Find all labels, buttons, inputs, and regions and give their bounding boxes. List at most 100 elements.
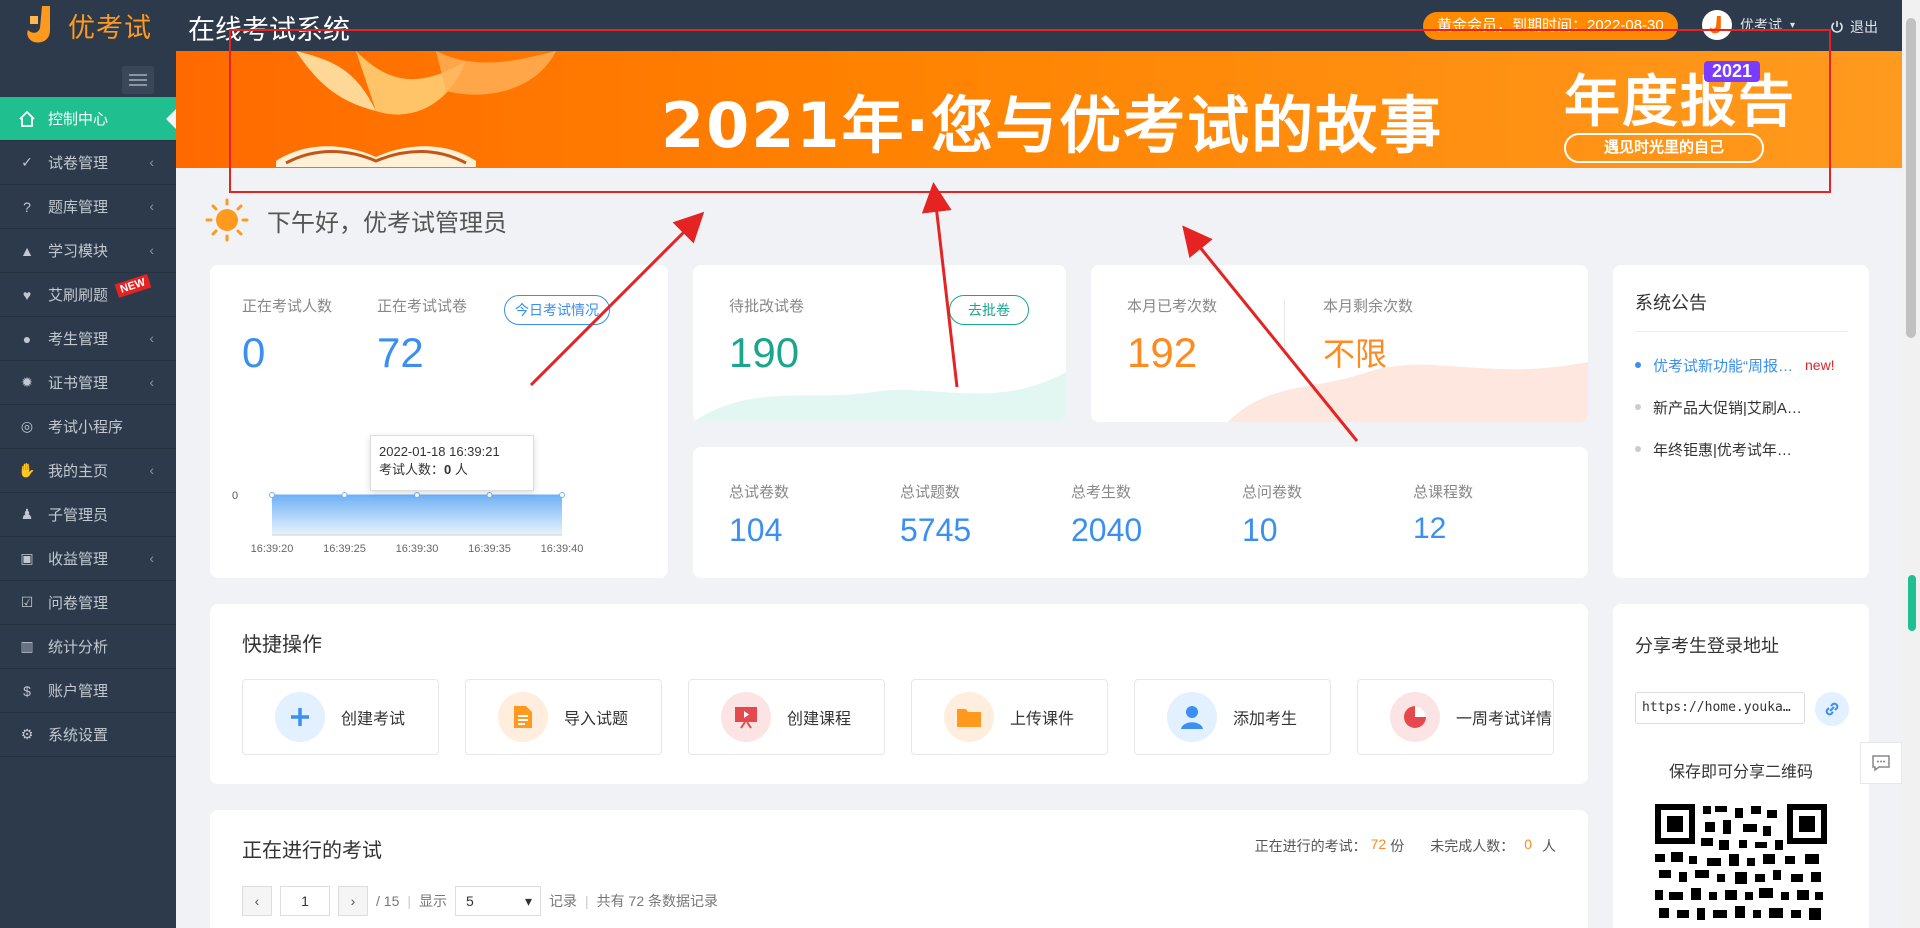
side-tab[interactable]	[1908, 575, 1916, 631]
x-tick-label: 16:39:20	[251, 543, 294, 555]
sidebar-item-statistics[interactable]: ▥ 统计分析	[0, 625, 176, 669]
presentation-icon	[721, 692, 771, 742]
pending-label: 待批改试卷	[729, 298, 805, 315]
sidebar-item-candidates[interactable]: ● 考生管理 ‹	[0, 317, 176, 361]
hand-icon: ✋	[18, 462, 36, 478]
total-records: 共有 72 条数据记录	[596, 893, 718, 909]
scroll-thumb[interactable]	[1906, 18, 1916, 338]
share-title: 分享考生登录地址	[1635, 636, 1779, 656]
tooltip-line: 考试人数：0 人	[379, 459, 525, 478]
qr-caption: 保存即可分享二维码	[1668, 764, 1813, 781]
tooltip-label: 考试人数：	[379, 462, 445, 477]
folder-icon	[944, 692, 994, 742]
sidebar-item-label: 收益管理	[48, 551, 109, 568]
quick-actions-card: 快捷操作 创建考试 导入试题 创建课程 上传课件 添加考生 一周考试详情	[210, 604, 1588, 784]
notice-item[interactable]: 新产品大促销|艾刷A…	[1635, 386, 1847, 428]
check-circle-icon: ✓	[21, 154, 33, 170]
sidebar-item-aishua[interactable]: ♥ 艾刷刷题 NEW	[0, 273, 176, 317]
total-item-questions: 总试题数 5745	[900, 481, 971, 549]
sidebar-item-question-bank[interactable]: ? 题库管理 ‹	[0, 185, 176, 229]
feedback-button[interactable]	[1860, 742, 1902, 784]
page-input[interactable]: 1	[280, 886, 330, 916]
next-page-button[interactable]: ›	[338, 886, 368, 916]
today-exam-button[interactable]: 今日考试情况	[504, 295, 610, 325]
sidebar-item-label: 学习模块	[48, 243, 109, 260]
add-candidate-button[interactable]: 添加考生	[1134, 679, 1331, 755]
power-icon	[1831, 21, 1843, 33]
sidebar-item-certificates[interactable]: ✹ 证书管理 ‹	[0, 361, 176, 405]
vip-badge[interactable]: 黄金会员，到期时间：2022-08-30	[1423, 12, 1678, 40]
user-name: 优考试	[1740, 17, 1782, 33]
total-label: 总考生数	[1071, 484, 1132, 501]
area-series	[272, 495, 562, 535]
qr-code[interactable]	[1655, 804, 1827, 928]
document-icon	[498, 692, 548, 742]
sidebar-toggle[interactable]	[122, 66, 154, 94]
sidebar-item-surveys[interactable]: ☑ 问卷管理	[0, 581, 176, 625]
annual-report-banner[interactable]: 2021年·您与优考试的故事 年度报告 2021 遇见时光里的自己	[176, 51, 1902, 168]
wave-decoration	[1228, 362, 1588, 422]
sidebar-item-label: 考试小程序	[48, 419, 124, 436]
sidebar-item-papers[interactable]: ✓ 试卷管理 ‹	[0, 141, 176, 185]
show-label: 显示	[419, 893, 447, 909]
sidebar-item-settings[interactable]: ⚙ 系统设置	[0, 713, 176, 757]
separator: |	[585, 893, 589, 909]
separator: |	[407, 893, 411, 909]
data-point[interactable]	[559, 492, 565, 498]
chevron-left-icon: ‹	[149, 242, 154, 258]
notice-divider	[1635, 331, 1847, 332]
report-year: 2021	[1704, 61, 1761, 82]
sidebar-item-control-center[interactable]: 控制中心	[0, 97, 176, 141]
sidebar-item-revenue[interactable]: ▣ 收益管理 ‹	[0, 537, 176, 581]
sidebar-item-homepage[interactable]: ✋ 我的主页 ‹	[0, 449, 176, 493]
data-point[interactable]	[341, 492, 348, 498]
data-point[interactable]	[414, 492, 420, 498]
page-size-select[interactable]: 5 ▾	[455, 886, 541, 916]
quick-label: 添加考生	[1233, 711, 1298, 728]
used-value: 192	[1127, 329, 1198, 376]
sidebar-item-mini-program[interactable]: ◎ 考试小程序	[0, 405, 176, 449]
grade-papers-button[interactable]: 去批卷	[949, 295, 1029, 325]
prev-page-button[interactable]: ‹	[242, 886, 272, 916]
bullet-dot	[1635, 446, 1641, 452]
avatar-logo-icon	[1709, 15, 1721, 34]
logout-button[interactable]: 退出	[1830, 17, 1878, 37]
import-questions-button[interactable]: 导入试题	[465, 679, 662, 755]
x-tick-label: 16:39:35	[468, 543, 511, 555]
create-exam-button[interactable]: 创建考试	[242, 679, 439, 755]
create-course-button[interactable]: 创建课程	[688, 679, 885, 755]
total-item-courses: 总课程数 12	[1413, 481, 1473, 546]
data-point[interactable]	[486, 492, 493, 498]
plus-icon	[275, 692, 325, 742]
data-point[interactable]	[269, 492, 275, 498]
page-scrollbar[interactable]	[1902, 0, 1920, 928]
sidebar-item-label: 试卷管理	[48, 155, 109, 172]
annual-report-logo: 年度报告 2021 遇见时光里的自己	[1564, 57, 1796, 163]
report-title: 年度报告	[1564, 70, 1796, 133]
chevron-left-icon: ‹	[149, 330, 154, 346]
weekly-exam-details-button[interactable]: 一周考试详情	[1357, 679, 1554, 755]
user-menu[interactable]: 优考试 ▾	[1702, 10, 1795, 40]
logo[interactable]: 优考试	[24, 4, 152, 46]
copy-link-button[interactable]	[1815, 692, 1849, 726]
sidebar-item-sub-admin[interactable]: ♟ 子管理员	[0, 493, 176, 537]
share-url-input[interactable]: https://home.youka…	[1635, 692, 1805, 724]
sidebar-item-label: 我的主页	[48, 463, 109, 480]
sidebar-item-learning[interactable]: ▲ 学习模块 ‹	[0, 229, 176, 273]
notice-item[interactable]: 优考试新功能“周报… new!	[1635, 344, 1847, 386]
total-value: 12	[1413, 512, 1447, 545]
upload-courseware-button[interactable]: 上传课件	[911, 679, 1108, 755]
sidebar-item-label: 题库管理	[48, 199, 109, 216]
quick-title: 快捷操作	[242, 634, 322, 656]
link-icon	[1825, 702, 1839, 716]
sidebar-item-account[interactable]: $ 账户管理	[0, 669, 176, 713]
notice-item[interactable]: 年终钜惠|优考试年…	[1635, 428, 1847, 470]
chevron-left-icon: ‹	[149, 154, 154, 170]
totals-card: 总试卷数 104 总试题数 5745 总考生数 2040 总问卷数 10 总课程…	[693, 447, 1588, 578]
label-people: 正在考试人数	[242, 298, 333, 315]
notice-text: 优考试新功能“周报…	[1653, 357, 1793, 375]
records-label: 记录	[549, 893, 577, 909]
bar-chart-icon: ▥	[20, 638, 34, 654]
home-icon	[18, 110, 36, 128]
sidebar-item-label: 考生管理	[48, 331, 109, 348]
